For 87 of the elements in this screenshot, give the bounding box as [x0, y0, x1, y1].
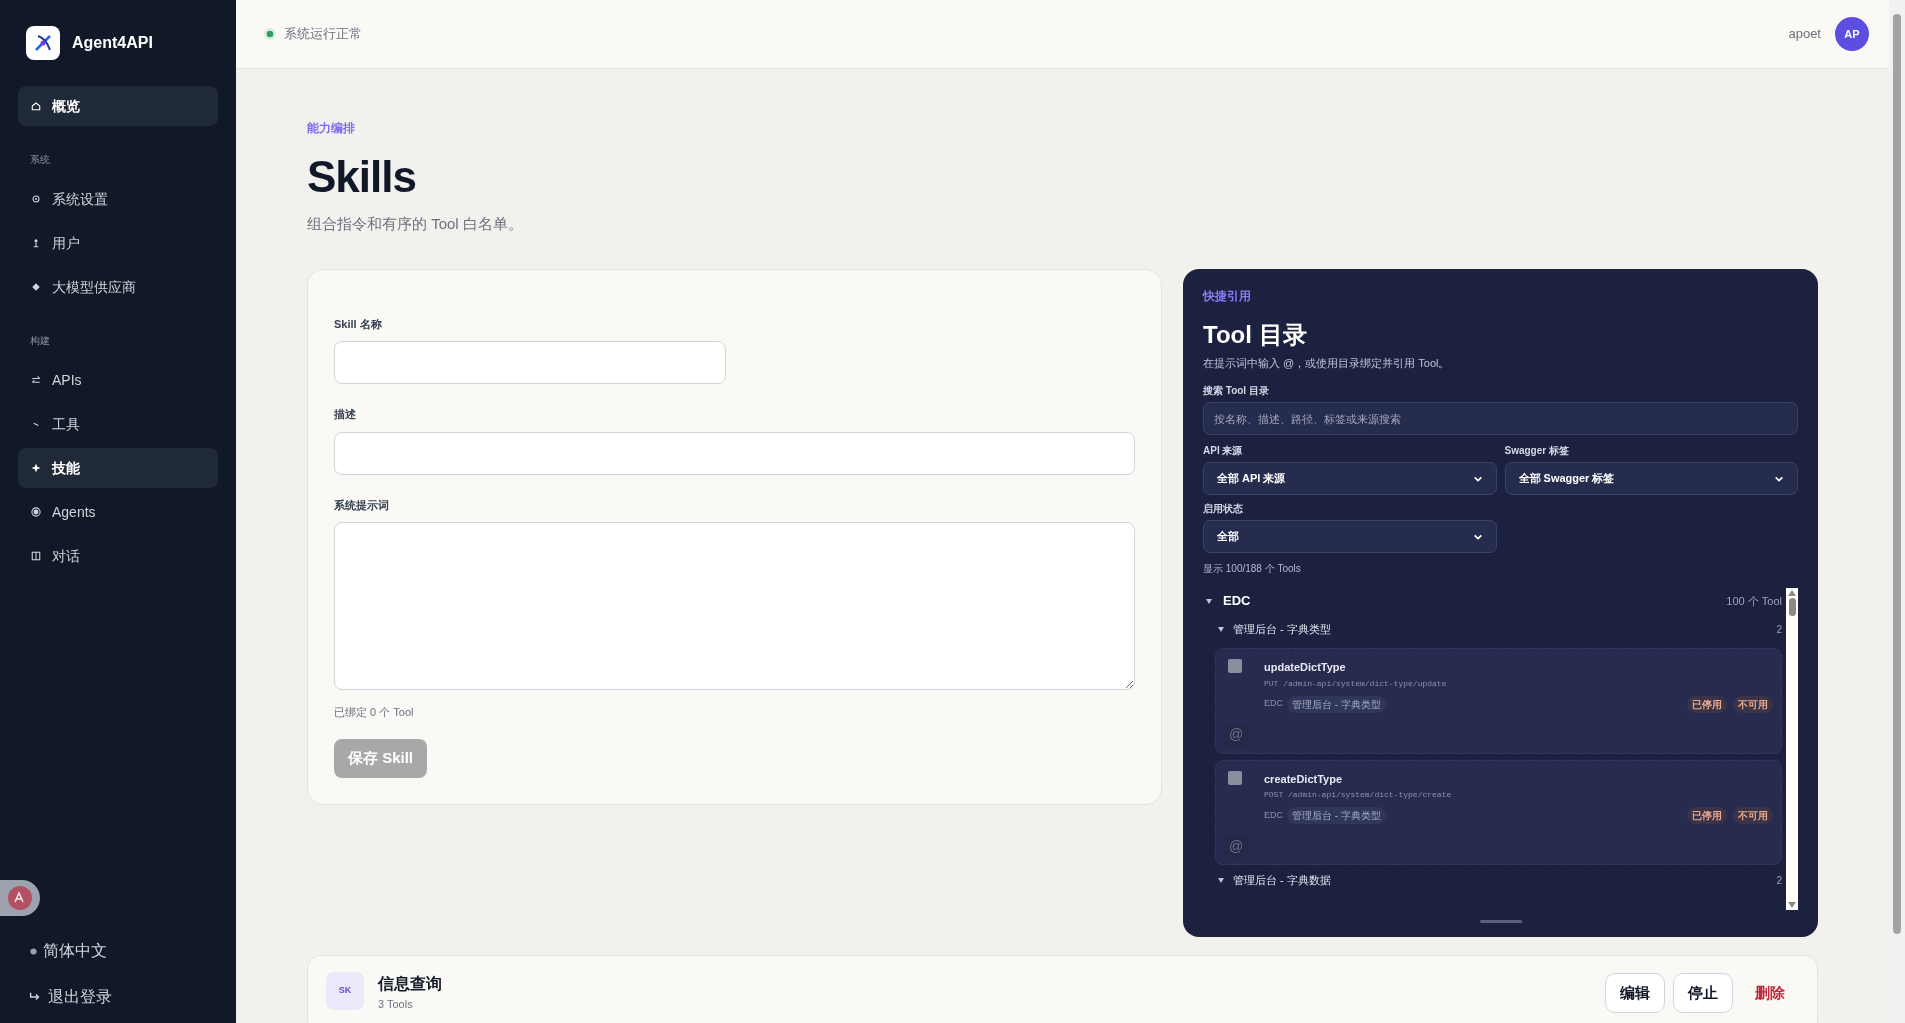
action-button[interactable]: 编辑 [1605, 973, 1665, 1013]
skill-avatar: SK [326, 972, 364, 1010]
subgroup-name: 管理后台 - 字典类型 [1233, 621, 1331, 637]
caret-down-icon[interactable] [1205, 597, 1213, 605]
subgroup-count: 2 [1776, 873, 1782, 888]
scroll-thumb[interactable] [1788, 598, 1796, 616]
translate-button[interactable] [0, 880, 40, 916]
skill-name: 信息查询 [378, 974, 442, 994]
source-label: EDC [1264, 697, 1283, 711]
logo-icon [26, 26, 60, 60]
language-link[interactable]: 简体中文 [0, 939, 236, 963]
nav-item[interactable]: 系统设置 [18, 179, 218, 219]
group-count: 100 个 Tool [1726, 593, 1782, 609]
page-scrollbar[interactable] [1889, 0, 1905, 1023]
status-badge: 已停用 [1687, 807, 1727, 824]
status-badge: 不可用 [1733, 695, 1773, 713]
resize-handle[interactable] [1479, 920, 1522, 923]
tool-card[interactable]: @ createDictType POST /admin-api/system/dict-type/create EDC 管理后台 - 字典类型 已停用 不可用 [1215, 759, 1782, 865]
brand-name: Agent4API [72, 33, 153, 53]
field-label: 搜索 Tool 目录 [1203, 384, 1270, 398]
field-label: Swagger 标签 [1504, 444, 1570, 458]
page-subtitle: 组合指令和有序的 Tool 白名单。 [307, 214, 524, 234]
nav-item[interactable]: 对话 [18, 536, 218, 576]
home-icon [30, 100, 42, 112]
nav-item[interactable]: 用户 [18, 223, 218, 263]
select-dropdown[interactable]: 全部 [1203, 520, 1497, 553]
endpoint-path: PUT /admin-api/system/dict-type/update [1264, 677, 1448, 690]
field-label: 描述 [334, 407, 357, 422]
page-title: Skills [307, 151, 417, 203]
tool-name: updateDictType [1264, 660, 1347, 675]
status-dot-icon [264, 28, 276, 40]
text-input-field[interactable] [334, 431, 1135, 475]
settings-icon [30, 193, 42, 205]
sparkle-icon [30, 462, 42, 474]
checkbox[interactable] [1228, 770, 1242, 785]
section-label: 构建 [29, 334, 51, 348]
panel-title: Tool 目录 [1203, 319, 1308, 350]
dot-icon [30, 947, 37, 955]
panel-subtitle: 在提示词中输入 @，或使用目录绑定并引用 Tool。 [1203, 355, 1451, 371]
logout-link[interactable]: 退出登录 [0, 985, 236, 1009]
arrows-icon [30, 374, 42, 386]
field-label: Skill 名称 [334, 316, 383, 332]
radio-circle-icon [30, 506, 42, 518]
status-badge: 已停用 [1687, 695, 1727, 713]
translate-icon [7, 885, 33, 911]
user-avatar[interactable]: AP [1835, 17, 1869, 51]
scroll-up-icon [1788, 590, 1796, 596]
section-label: 系统 [29, 153, 51, 167]
nav-item[interactable]: 工具 [18, 404, 218, 444]
field-label: API 来源 [1203, 444, 1244, 458]
eyebrow-label: 能力编排 [307, 120, 356, 137]
delete-button[interactable]: 删除 [1741, 973, 1799, 1013]
bound-count: 已绑定 0 个 Tool [334, 705, 415, 720]
scroll-down-icon [1788, 902, 1796, 908]
field-label: 启用状态 [1203, 502, 1244, 516]
list-scrollbar[interactable] [1786, 588, 1798, 910]
tools-count: 3 Tools [378, 997, 414, 1012]
checkbox[interactable] [1228, 659, 1242, 673]
group-name: EDC [1223, 592, 1251, 611]
diamond-icon [30, 281, 42, 293]
text-input-field[interactable] [334, 341, 726, 384]
nav-item[interactable]: 概览 [18, 86, 218, 126]
search-field[interactable]: 按名称、描述、路径、标签或来源搜索 [1203, 402, 1798, 435]
source-label: EDC [1264, 808, 1283, 822]
tool-name: createDictType [1264, 771, 1344, 787]
nav-item[interactable]: 技能 [18, 448, 218, 488]
tag-chip: 管理后台 - 字典类型 [1287, 695, 1386, 713]
caret-down-icon[interactable] [1217, 876, 1225, 884]
nav-item[interactable]: 大模型供应商 [18, 267, 218, 307]
status-badge: 不可用 [1733, 807, 1773, 824]
subgroup-count: 2 [1776, 622, 1782, 637]
endpoint-path: POST /admin-api/system/dict-type/create [1264, 789, 1453, 801]
status-text: 系统运行正常 [284, 25, 362, 44]
caret-down-icon[interactable] [1217, 625, 1225, 633]
select-dropdown[interactable]: 全部 Swagger 标签 [1504, 462, 1798, 495]
nav-item[interactable]: APIs [18, 360, 218, 400]
action-button[interactable]: 停止 [1673, 973, 1733, 1013]
user-name: apoet [1788, 25, 1821, 44]
eyebrow-label: 快捷引用 [1203, 287, 1252, 305]
tools-count: 显示 100/188 个 Tools [1203, 562, 1302, 576]
subgroup-name: 管理后台 - 字典数据 [1233, 872, 1331, 888]
select-dropdown[interactable]: 全部 API 来源 [1203, 462, 1497, 495]
tool-card[interactable]: @ updateDictType PUT /admin-api/system/dict-type/update EDC 管理后台 - 字典类型 已停用 不可用 [1215, 648, 1782, 754]
tag-chip: 管理后台 - 字典类型 [1287, 807, 1386, 824]
field-label: 系统提示词 [334, 497, 390, 513]
columns-icon [30, 550, 42, 562]
nav-item[interactable]: Agents [18, 492, 218, 532]
